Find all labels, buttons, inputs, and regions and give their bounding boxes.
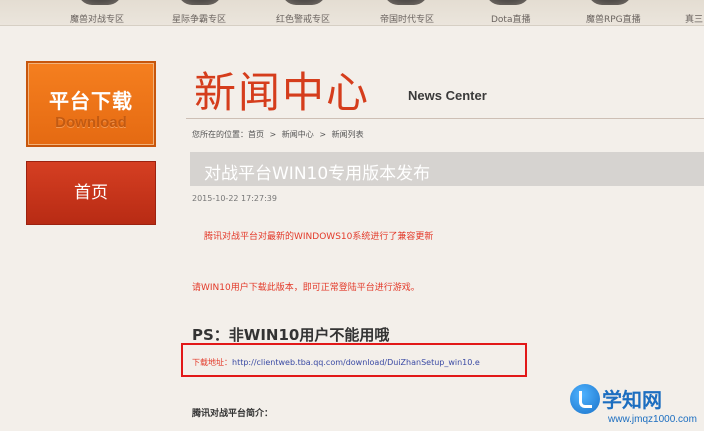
news-main: 新闻中心 News Center 您所在的位置：首页 > 新闻中心 > 新闻列表…: [181, 26, 704, 431]
download-button-sublabel: Download: [55, 114, 127, 131]
watermark-url: www.jmqz1000.com: [608, 414, 697, 425]
publish-date: 2015-10-22 17:27:39: [192, 194, 277, 203]
platform-intro-heading: 腾讯对战平台简介：: [192, 409, 274, 419]
title-divider: [186, 118, 704, 119]
download-address-label: 下载地址：: [192, 358, 232, 367]
top-nav: 魔兽对战专区 星际争霸专区 红色警戒专区 帝国时代专区 Dota直播 魔兽RPG…: [0, 0, 704, 26]
page-title: 新闻中心: [194, 68, 371, 117]
watermark-title: 学知网: [602, 388, 662, 412]
nav-thumb-image: [588, 0, 632, 5]
home-button[interactable]: 首页: [26, 161, 156, 225]
article-paragraph: 腾讯对战平台对最新的WINDOWS10系统进行了兼容更新: [204, 232, 434, 242]
nav-item-starcraft[interactable]: 星际争霸专区: [172, 12, 226, 25]
breadcrumb-news-list[interactable]: 新闻列表: [332, 130, 364, 139]
watermark-logo: 学知网 www.jmqz1000.com: [568, 380, 704, 431]
nav-thumb-image: [282, 0, 326, 5]
ps-heading: PS：非WIN10用户不能用哦: [192, 326, 390, 344]
nav-thumb-image: [486, 0, 530, 5]
breadcrumb-separator: >: [319, 130, 327, 139]
article-paragraph: 请WIN10用户下载此版本，即可正常登陆平台进行游戏。: [192, 283, 420, 293]
nav-item-warcraft[interactable]: 魔兽对战专区: [70, 12, 124, 25]
nav-item-red-alert[interactable]: 红色警戒专区: [276, 12, 330, 25]
breadcrumb-separator: >: [269, 130, 277, 139]
breadcrumb-news-center[interactable]: 新闻中心: [282, 130, 314, 139]
site-logo-icon: [570, 384, 600, 414]
nav-item-dota-live[interactable]: Dota直播: [491, 12, 530, 25]
breadcrumb: 您所在的位置：首页 > 新闻中心 > 新闻列表: [192, 129, 367, 140]
article-title: 对战平台WIN10专用版本发布: [204, 164, 431, 184]
nav-thumb-image: [78, 0, 122, 5]
nav-thumb-image: [178, 0, 222, 5]
platform-download-button[interactable]: 平台下载 Download: [26, 61, 156, 147]
breadcrumb-home[interactable]: 您所在的位置：首页: [192, 130, 264, 139]
download-button-label: 平台下载: [49, 89, 133, 113]
nav-thumb-image: [384, 0, 428, 5]
page-subtitle: News Center: [408, 88, 487, 103]
download-address-row: 下载地址：http://clientweb.tba.qq.com/downloa…: [192, 357, 480, 368]
sidebar: 平台下载 Download 首页: [0, 26, 175, 431]
nav-item-age-of-empires[interactable]: 帝国时代专区: [380, 12, 434, 25]
nav-item-rpg-live[interactable]: 魔兽RPG直播: [586, 12, 641, 25]
nav-item-sanguo[interactable]: 真三: [685, 12, 703, 25]
download-link[interactable]: http://clientweb.tba.qq.com/download/Dui…: [232, 358, 480, 367]
article-title-bar: 对战平台WIN10专用版本发布: [190, 152, 704, 186]
